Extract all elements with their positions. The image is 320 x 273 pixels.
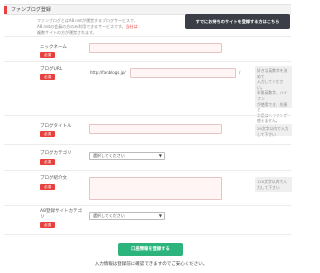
a8-category-label: A8登録サイトカテゴリ — [40, 209, 82, 220]
help-line: 半角英数字、ハイフン — [257, 90, 288, 101]
blog-url-help: 好きな英数字を決めて 入力してください。 半角英数字、ハイフン が使用でき、先頭… — [255, 66, 292, 123]
chevron-down-icon: ▼ — [158, 153, 162, 158]
blog-url-input[interactable] — [130, 68, 236, 78]
submit-button[interactable]: 口座情報を登録する — [118, 243, 183, 256]
intro-highlight: 当社は — [125, 24, 138, 30]
required-badge: 必須 — [40, 52, 55, 58]
required-badge: 必須 — [40, 74, 55, 80]
blog-intro-help: 120文字以内で入力して下さい — [255, 177, 292, 192]
blog-title-input[interactable] — [89, 124, 222, 134]
divider — [4, 205, 291, 206]
intro-text: ファンブログとはA8.netが運営するブログサービスで、 A8.netの会員の方… — [37, 18, 177, 37]
required-badge: 必須 — [40, 159, 55, 165]
nickname-input[interactable] — [89, 43, 222, 53]
divider — [4, 115, 291, 116]
divider — [4, 170, 291, 171]
divider — [4, 234, 291, 235]
help-line: 好きな英数字を決めて — [257, 68, 288, 79]
a8-category-select[interactable]: 選択してください ▼ — [89, 212, 165, 220]
blog-category-label: ブログカテゴリ — [40, 151, 72, 156]
blog-title-help: 29文字以内で入力して下さい — [255, 124, 292, 137]
a8-category-value: 選択してください — [93, 213, 125, 218]
blog-url-suffix: / — [239, 70, 241, 75]
required-badge: 必須 — [40, 184, 55, 190]
blog-title-label: ブログタイトル — [40, 124, 72, 129]
help-line: が使用でき、先頭と — [257, 101, 288, 113]
blog-category-select[interactable]: 選択してください ▼ — [89, 152, 165, 160]
nickname-label: ニックネーム — [40, 45, 67, 50]
help-line: 入力してください。 — [257, 79, 284, 90]
register-existing-site-button[interactable]: すでにお持ちのサイトを登録する方はこちら — [185, 14, 290, 29]
section-title: ファンブログ登録 — [11, 7, 51, 13]
divider — [4, 144, 291, 145]
divider — [4, 61, 291, 62]
chevron-down-icon: ▼ — [158, 213, 162, 218]
footer-note: 入力情報は登録前に確認できますのでご安心ください。 — [94, 262, 208, 267]
blog-url-prefix: http://fanblogs.jp/ — [90, 70, 126, 75]
required-badge: 必須 — [40, 222, 55, 228]
divider — [4, 36, 291, 37]
blog-intro-textarea[interactable] — [89, 177, 222, 200]
blog-url-label: ブログURL — [40, 67, 63, 72]
blog-category-value: 選択してください — [93, 153, 125, 158]
required-badge: 必須 — [40, 131, 55, 137]
header-accent-bar — [4, 6, 7, 14]
blog-intro-label: ブログ紹介文 — [40, 176, 67, 181]
